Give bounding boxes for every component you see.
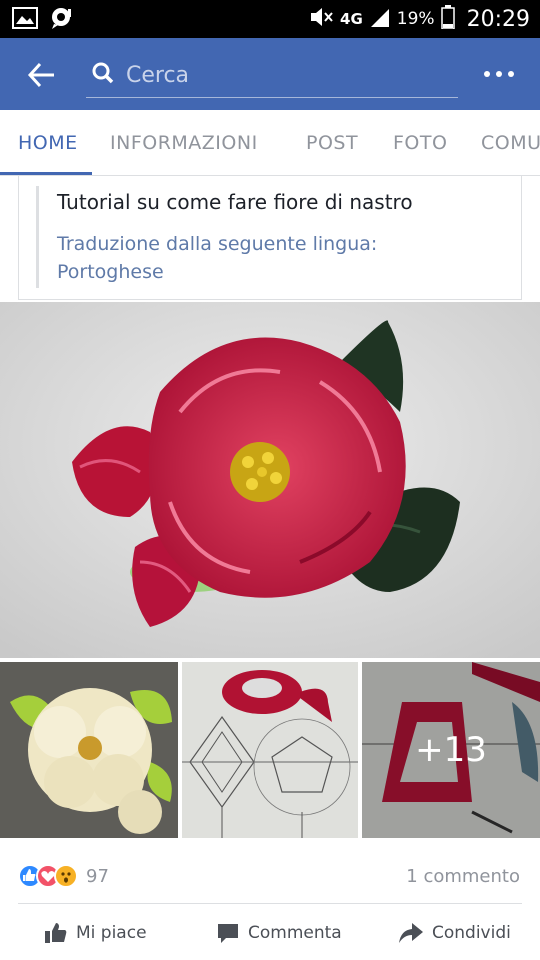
reactions-summary[interactable]: 97 [18,864,109,888]
active-tab-indicator [0,172,92,175]
page-tabs: HOME INFORMAZIONI POST FOTO COMUNITÀ [0,110,540,176]
more-options-button[interactable] [484,64,518,84]
app-bar [0,38,540,110]
tab-home[interactable]: HOME [18,110,78,175]
divider [18,903,522,904]
signal-icon [369,7,391,31]
reaction-count: 97 [86,865,109,887]
thumbs-up-icon [45,923,67,943]
dot [496,71,502,77]
ribbon-pattern-image [182,662,358,838]
tab-foto[interactable]: FOTO [393,110,447,175]
clock: 20:29 [466,6,530,32]
share-label: Condividi [432,923,511,943]
post-text: Tutorial su come fare fiore di nastro [57,190,413,214]
ribbon-flower-image [0,302,540,658]
photo-thumbnail-2[interactable] [182,662,358,838]
see-translation-link[interactable]: Traduzione dalla seguente lingua: Portog… [57,230,497,286]
comment-count-link[interactable]: 1 commento [406,866,520,887]
messenger-notification-icon [48,7,74,33]
quote-bar [36,186,39,288]
photo-thumbnail-3[interactable]: +13 [362,662,540,838]
network-type: 4G [340,10,363,28]
tab-comunita[interactable]: COMUNITÀ [481,110,540,175]
dot [508,71,514,77]
battery-percent: 19% [396,9,435,29]
tab-post[interactable]: POST [306,110,358,175]
tab-informazioni[interactable]: INFORMAZIONI [110,110,258,175]
post-card: Tutorial su come fare fiore di nastro Tr… [0,176,540,960]
like-button[interactable]: Mi piace [44,921,147,945]
share-button[interactable]: Condividi [398,921,511,945]
back-button[interactable] [26,60,56,90]
white-flower-image [0,662,178,838]
comment-icon [218,924,238,943]
gallery-notification-icon [12,7,38,33]
back-arrow-icon [27,62,54,88]
like-label: Mi piace [76,923,147,943]
translation-line-1: Traduzione dalla seguente lingua: [57,233,378,255]
translation-line-2: Portoghese [57,261,164,283]
search-icon [92,62,114,84]
mute-icon [308,6,334,32]
search-bar[interactable] [86,54,458,98]
wow-reaction-icon [54,864,78,888]
comment-label: Commenta [248,923,342,943]
more-photos-count: +13 [362,662,540,838]
search-input[interactable] [126,58,446,92]
battery-icon [440,5,455,33]
main-photo[interactable] [0,302,540,658]
photo-thumbnail-1[interactable] [0,662,178,838]
dot [484,71,490,77]
shared-post-quote[interactable]: Tutorial su come fare fiore di nastro Tr… [18,176,522,300]
comment-button[interactable]: Commenta [216,921,342,945]
status-bar: 4G 19% 20:29 [0,0,540,38]
share-icon [399,923,423,943]
